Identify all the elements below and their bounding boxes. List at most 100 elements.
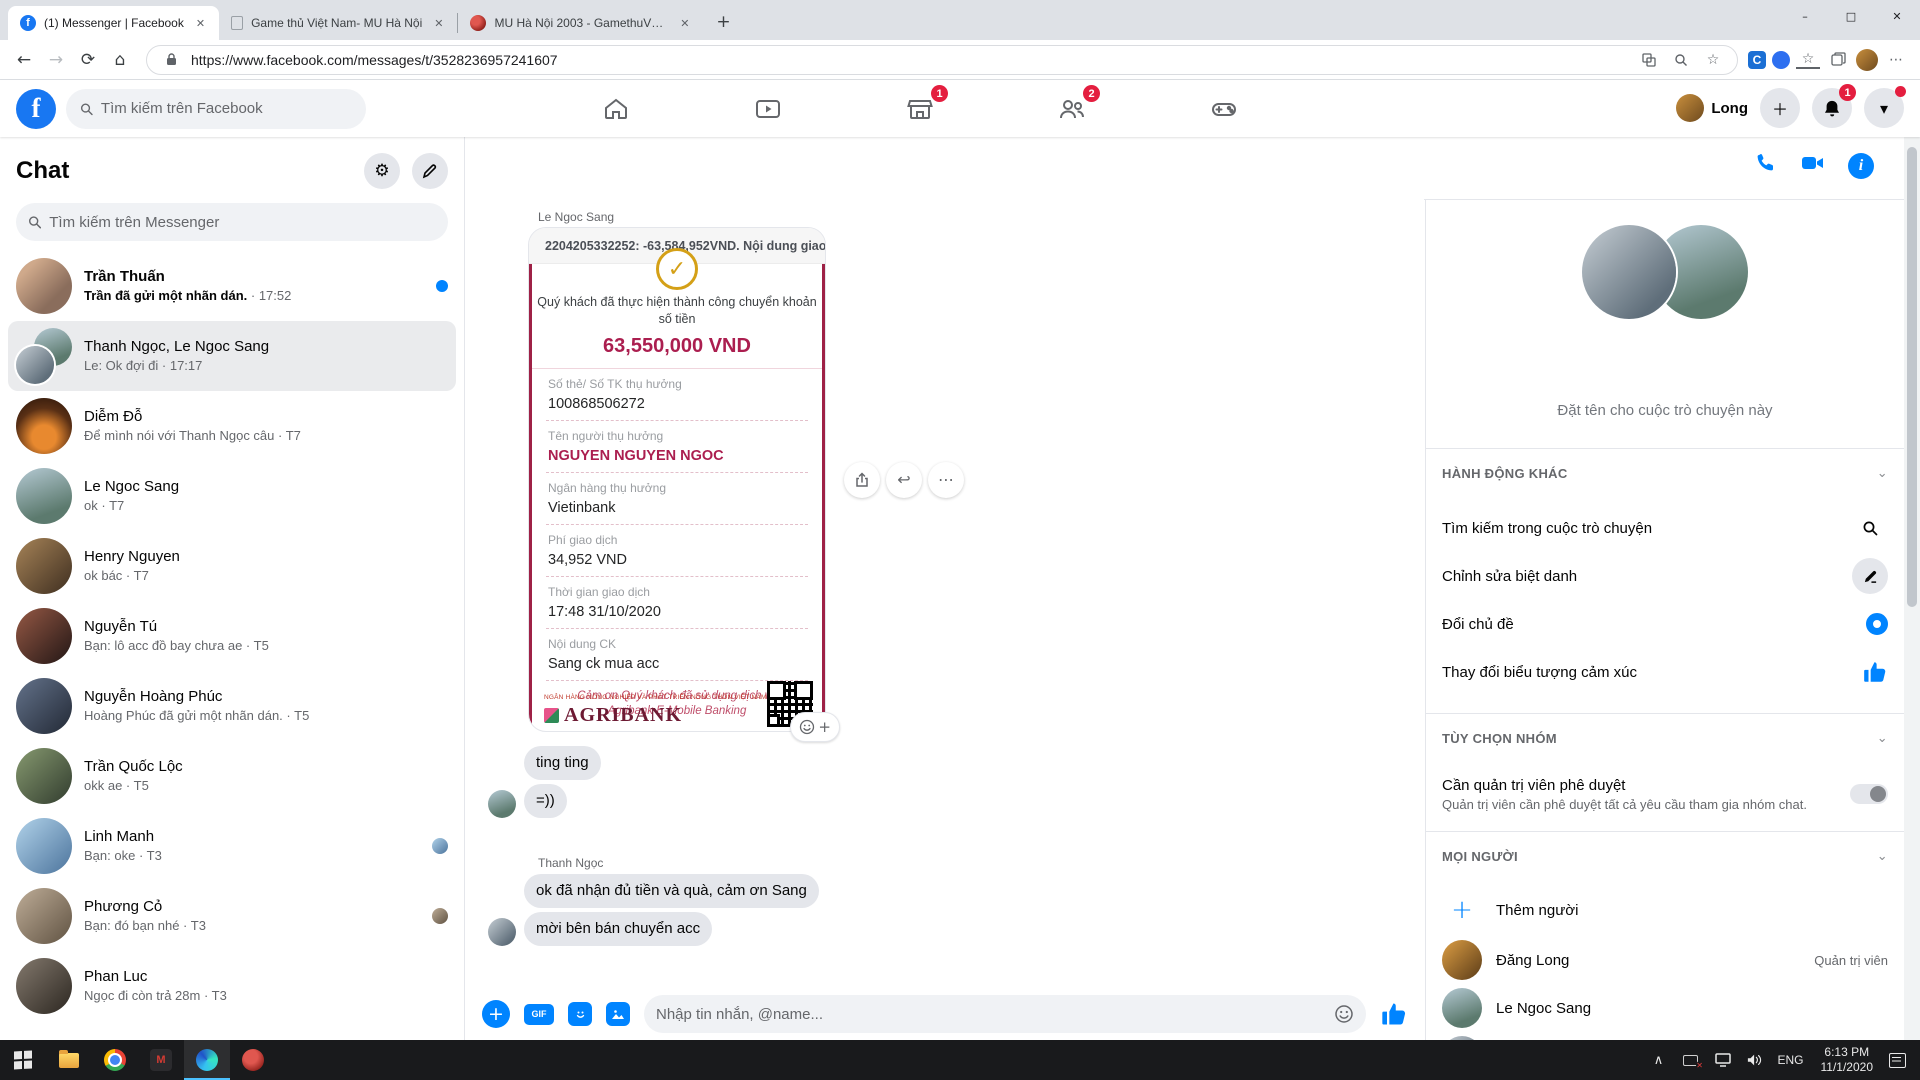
notifications-button[interactable]: 1 [1812,88,1852,128]
add-reaction-button[interactable]: + [790,712,840,742]
member-role: Quản trị viên [1814,953,1888,968]
volume-icon[interactable] [1739,1040,1771,1080]
chat-item-henry-nguyen[interactable]: Henry Nguyen ok bácT7 [8,531,456,601]
account-menu-button[interactable]: ▾ [1864,88,1904,128]
nav-marketplace[interactable]: 1 [864,80,976,137]
conversation-info-button[interactable]: i [1848,153,1874,179]
action-center-icon[interactable] [1889,1053,1906,1068]
chat-item-tran-thuan[interactable]: Trần Thuấn Trần đã gửi một nhãn dán.17:5… [8,251,456,321]
chat-item-phan-luc[interactable]: Phan Luc Ngọc đi còn trả 28mT3 [8,951,456,1021]
forward-button[interactable]: → [40,44,72,76]
section-other-actions[interactable]: HÀNH ĐỘNG KHÁC ⌄ [1442,466,1888,481]
network-status-icon[interactable] [1675,1040,1707,1080]
display-icon[interactable] [1707,1040,1739,1080]
member-dang-long[interactable]: Đăng Long Quản trị viên [1442,936,1888,984]
message-bubble[interactable]: ting ting [524,746,601,780]
section-group-options[interactable]: TÙY CHỌN NHÓM ⌄ [1442,731,1888,746]
action-edit-nicknames[interactable]: Chỉnh sửa biệt danh [1442,552,1888,600]
mu-game-button[interactable] [230,1040,276,1080]
chat-item-linh-manh[interactable]: Linh Manh Bạn: okeT3 [8,811,456,881]
tray-expand-icon[interactable]: ∧ [1643,1040,1675,1080]
chat-item-tran-quoc-loc[interactable]: Trần Quốc Lộc okk aeT5 [8,741,456,811]
minimize-button[interactable]: – [1782,0,1828,32]
browser-tab-messenger[interactable]: f (1) Messenger | Facebook ✕ [8,6,219,40]
photo-button[interactable] [606,1002,630,1026]
more-options-button[interactable]: ⋯ [928,462,964,498]
chat-item-le-ngoc-sang[interactable]: Le Ngoc Sang okT7 [8,461,456,531]
collections-icon[interactable] [1826,48,1850,72]
chat-item-phuong-co[interactable]: Phương Cỏ Bạn: đó bạn nhéT3 [8,881,456,951]
maximize-button[interactable]: □ [1828,0,1874,32]
profile-chip[interactable]: Long [1676,94,1748,122]
avatar [16,258,72,314]
facebook-search[interactable] [66,89,366,129]
video-call-button[interactable] [1800,151,1826,180]
back-button[interactable]: ← [8,44,40,76]
nav-groups[interactable]: 2 [1016,80,1128,137]
browser-menu-icon[interactable]: ⋯ [1884,48,1908,72]
tab-close-icon[interactable]: ✕ [676,15,693,32]
messenger-search[interactable] [16,203,448,241]
browser-profile-avatar[interactable] [1856,49,1878,71]
browser-tab-game-forum[interactable]: Game thủ Việt Nam- MU Hà Nội ✕ [219,6,457,40]
emoji-picker-icon[interactable] [1334,1004,1354,1024]
chat-item-nguyen-tu[interactable]: Nguyễn Tú Bạn: lô acc đồ bay chưa aeT5 [8,601,456,671]
messenger-search-input[interactable] [49,214,436,231]
translate-icon[interactable] [1637,48,1661,72]
message-bubble[interactable]: mời bên bán chuyển acc [524,912,712,946]
new-message-button[interactable] [412,153,448,189]
attach-button[interactable]: + [482,1000,510,1028]
refresh-button[interactable]: ⟳ [72,44,104,76]
admin-approval-toggle[interactable] [1850,784,1888,804]
tab-close-icon[interactable]: ✕ [192,15,209,32]
receipt-image-message[interactable]: 2204205332252: -63,584,952VND. Nội dung … [528,227,826,732]
section-people[interactable]: MỌI NGƯỜI ⌄ [1442,849,1888,864]
game-launcher-button[interactable]: M [138,1040,184,1080]
add-person-button[interactable]: + Thêm người [1442,888,1888,932]
tab-title: Game thủ Việt Nam- MU Hà Nội [251,16,422,30]
facebook-logo[interactable]: f [16,89,56,129]
edge-button[interactable] [184,1040,230,1080]
voice-call-button[interactable] [1754,151,1778,180]
nav-gaming[interactable] [1168,80,1280,137]
start-button[interactable] [0,1040,46,1080]
gif-button[interactable]: GIF [524,1004,554,1025]
action-search-conversation[interactable]: Tìm kiếm trong cuộc trò chuyện [1442,504,1888,552]
action-change-theme[interactable]: Đổi chủ đề [1442,600,1888,648]
like-button[interactable] [1380,1000,1408,1028]
zoom-icon[interactable] [1669,48,1693,72]
file-explorer-button[interactable] [46,1040,92,1080]
extension-dot-icon[interactable] [1772,51,1790,69]
taskbar-clock[interactable]: 6:13 PM 11/1/2020 [1811,1045,1884,1075]
sticker-button[interactable] [568,1002,592,1026]
reply-button[interactable]: ↩ [886,462,922,498]
message-input[interactable] [656,1006,1334,1023]
create-button[interactable]: ＋ [1760,88,1800,128]
forward-button[interactable] [844,462,880,498]
close-button[interactable]: ✕ [1874,0,1920,32]
page-scrollbar[interactable] [1904,137,1920,1040]
new-tab-button[interactable]: + [709,8,737,36]
favorites-bar-icon[interactable]: ☆ [1796,51,1820,69]
message-input-box[interactable] [644,995,1366,1033]
facebook-search-input[interactable] [101,100,352,117]
nav-home[interactable] [560,80,672,137]
chat-settings-button[interactable]: ⚙ [364,153,400,189]
language-indicator[interactable]: ENG [1771,1040,1811,1080]
tab-close-icon[interactable]: ✕ [430,15,447,32]
nav-watch[interactable] [712,80,824,137]
browser-tab-mu-hanoi[interactable]: MU Hà Nội 2003 - GamethuVN.n ✕ [458,6,703,40]
set-conversation-name[interactable]: Đặt tên cho cuộc trò chuyện này [1426,402,1904,419]
action-change-emoji[interactable]: Thay đổi biểu tượng cảm xúc [1442,648,1888,696]
url-field[interactable]: https://www.facebook.com/messages/t/3528… [146,45,1738,75]
extension-c-icon[interactable]: C [1748,51,1766,69]
message-bubble[interactable]: =)) [524,784,567,818]
home-button[interactable]: ⌂ [104,44,136,76]
chat-item-nguyen-hoang-phuc[interactable]: Nguyễn Hoàng Phúc Hoàng Phúc đã gửi một … [8,671,456,741]
chat-item-group-thanh-ngoc-sang[interactable]: Thanh Ngọc, Le Ngoc Sang Le: Ok đợi đi17… [8,321,456,391]
chat-item-diem-do[interactable]: Diễm Đỗ Để mình nói với Thanh Ngọc câuT7 [8,391,456,461]
favorite-star-icon[interactable]: ☆ [1701,48,1725,72]
chrome-button[interactable] [92,1040,138,1080]
message-bubble[interactable]: ok đã nhận đủ tiền và quà, cảm ơn Sang [524,874,819,908]
member-le-ngoc-sang[interactable]: Le Ngoc Sang [1442,984,1888,1032]
